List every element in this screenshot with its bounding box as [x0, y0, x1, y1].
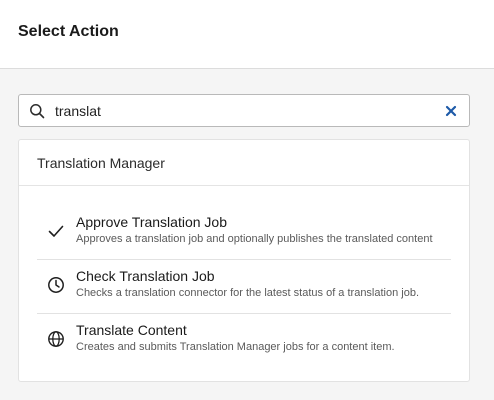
action-description: Approves a translation job and optionall…: [76, 233, 433, 245]
check-icon: [48, 225, 64, 237]
search-box[interactable]: [18, 94, 470, 127]
group-title: Translation Manager: [37, 154, 165, 171]
globe-icon: [48, 331, 64, 347]
action-name: Translate Content: [76, 322, 187, 338]
action-name: Approve Translation Job: [76, 214, 227, 230]
action-description: Creates and submits Translation Manager …: [76, 341, 395, 353]
action-approve-translation-job[interactable]: Approve Translation Job Approves a trans…: [37, 206, 451, 260]
action-check-translation-job[interactable]: Check Translation Job Checks a translati…: [37, 260, 451, 314]
action-description: Checks a translation connector for the l…: [76, 287, 420, 299]
close-icon[interactable]: [445, 105, 457, 117]
action-name: Check Translation Job: [76, 268, 215, 284]
group-header: Translation Manager: [19, 140, 469, 186]
dialog-title: Select Action: [18, 23, 119, 40]
search-input[interactable]: [55, 95, 435, 126]
action-list: Approve Translation Job Approves a trans…: [37, 206, 451, 368]
clock-icon: [48, 277, 64, 293]
action-translate-content[interactable]: Translate Content Creates and submits Tr…: [37, 314, 451, 368]
search-icon: [30, 104, 45, 119]
dialog-header: Select Action: [0, 0, 494, 69]
results-panel: Translation Manager Approve Translation …: [18, 139, 470, 382]
